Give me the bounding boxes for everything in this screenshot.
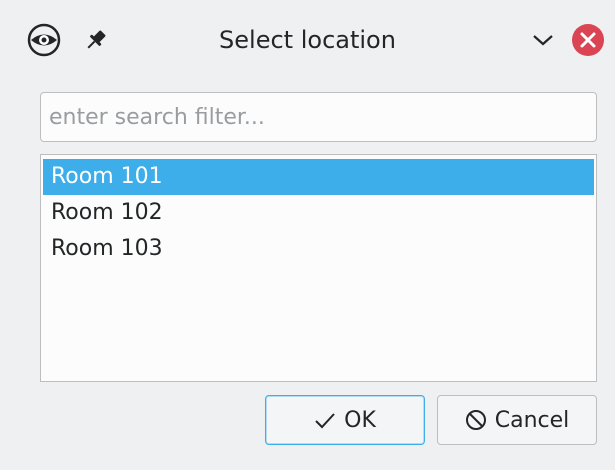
eye-icon[interactable] (22, 20, 66, 60)
select-location-dialog: Select location Room 101 Room 102 Room 1… (0, 0, 615, 470)
cancel-button[interactable]: Cancel (437, 395, 597, 445)
checkmark-icon (315, 413, 335, 429)
pin-icon[interactable] (80, 24, 112, 56)
chevron-down-icon[interactable] (528, 24, 558, 56)
titlebar: Select location (0, 0, 615, 82)
location-list[interactable]: Room 101 Room 102 Room 103 (40, 154, 597, 382)
ok-button[interactable]: OK (265, 395, 425, 445)
list-item-room-102[interactable]: Room 102 (43, 195, 594, 231)
search-input[interactable] (40, 92, 597, 142)
list-item-room-103[interactable]: Room 103 (43, 231, 594, 267)
list-item-room-101[interactable]: Room 101 (43, 159, 594, 195)
close-icon[interactable] (570, 22, 606, 58)
cancel-icon (465, 410, 486, 430)
ok-button-label: OK (344, 407, 376, 433)
cancel-button-label: Cancel (494, 407, 570, 433)
